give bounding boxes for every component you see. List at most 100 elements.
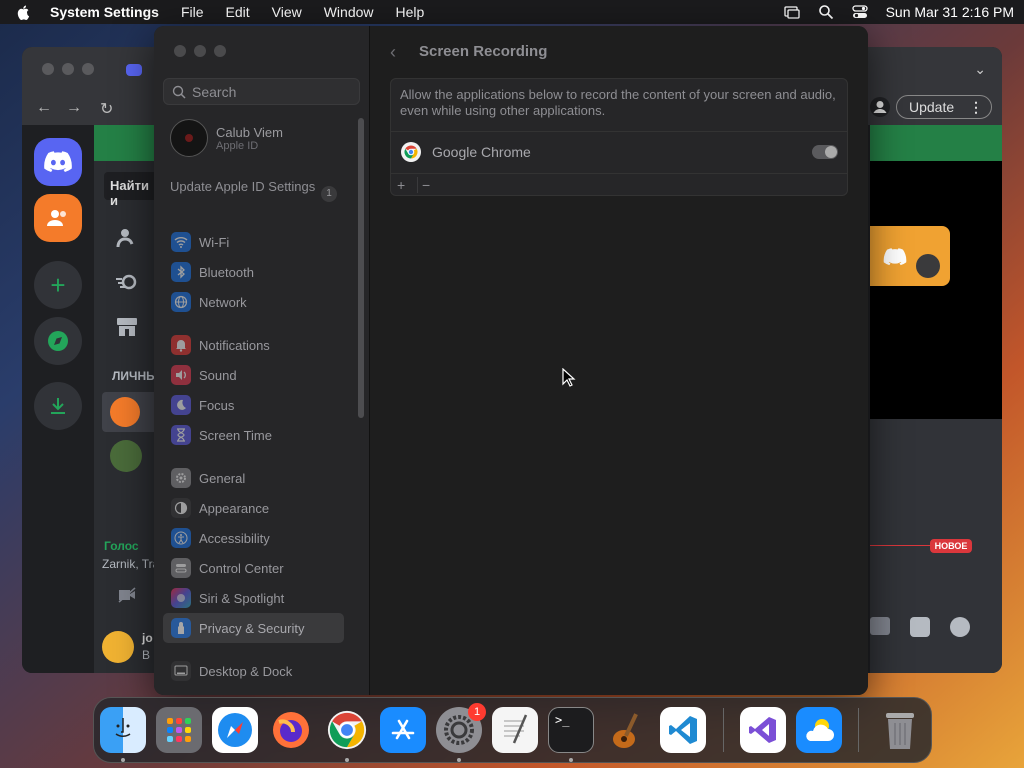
menu-window[interactable]: Window <box>324 4 374 20</box>
sidebar-item-focus[interactable]: Focus <box>163 390 344 420</box>
emoji-icon[interactable] <box>950 617 970 637</box>
tab-search-chevron-icon[interactable]: ⌄ <box>974 61 986 78</box>
menu-help[interactable]: Help <box>396 4 425 20</box>
search-field[interactable]: Search <box>163 78 360 105</box>
menu-edit[interactable]: Edit <box>226 4 250 20</box>
sidebar-item-label: Wi-Fi <box>199 234 230 250</box>
divider <box>417 177 418 193</box>
discord-top-banner <box>94 125 154 161</box>
update-apple-id-settings[interactable]: Update Apple ID Settings <box>170 179 340 195</box>
minimize-button[interactable] <box>62 63 74 75</box>
sidebar-item-general[interactable]: General <box>163 463 344 493</box>
user-status: В <box>142 648 151 662</box>
gif-button[interactable] <box>870 617 890 635</box>
voice-channel-name: Zarnik, Tra <box>102 557 160 571</box>
dock-separator <box>723 708 724 752</box>
sidebar-item-desktop-dock[interactable]: Desktop & Dock <box>163 656 344 686</box>
sidebar-item-label: Sound <box>199 367 237 383</box>
settings-detail-pane: ‹ Screen Recording Allow the application… <box>370 26 868 695</box>
download-icon[interactable] <box>34 382 82 430</box>
profile-icon[interactable] <box>870 97 890 117</box>
sidebar-item-screen-time[interactable]: Screen Time <box>163 420 344 450</box>
apple-id-account[interactable]: Calub Viem Apple ID <box>170 119 283 157</box>
minimize-button[interactable] <box>194 45 206 57</box>
user-avatar[interactable] <box>102 631 134 663</box>
mouse-cursor-icon <box>562 368 576 387</box>
visual-studio-icon[interactable] <box>740 707 786 753</box>
sidebar-item-label: Accessibility <box>199 530 270 546</box>
search-placeholder: Search <box>192 83 237 100</box>
remove-app-button[interactable]: − <box>422 177 430 193</box>
dm-user-avatar[interactable] <box>110 440 142 472</box>
more-menu-icon[interactable]: ⋮ <box>969 99 983 116</box>
discord-tab-icon[interactable] <box>126 64 142 76</box>
weather-icon[interactable] <box>796 707 842 753</box>
discord-home-icon[interactable] <box>34 138 82 186</box>
new-messages-divider <box>870 545 930 546</box>
firefox-icon[interactable] <box>268 707 314 753</box>
menu-view[interactable]: View <box>272 4 302 20</box>
clock[interactable]: Sun Mar 31 2:16 PM <box>886 4 1014 20</box>
accessibility-icon <box>171 528 191 548</box>
back-arrow-icon[interactable]: ← <box>36 99 52 117</box>
textedit-icon[interactable] <box>492 707 538 753</box>
running-indicator <box>457 758 461 762</box>
forward-arrow-icon[interactable]: → <box>66 99 82 117</box>
close-button[interactable] <box>42 63 54 75</box>
menu-file[interactable]: File <box>181 4 204 20</box>
app-store-icon[interactable] <box>380 707 426 753</box>
sidebar-item-label: Network <box>199 294 247 310</box>
sidebar-item-privacy-security[interactable]: Privacy & Security <box>163 613 344 643</box>
add-server-icon[interactable]: + <box>34 261 82 309</box>
sidebar-item-label: Privacy & Security <box>199 620 305 636</box>
reload-icon[interactable]: ↻ <box>100 99 113 119</box>
sidebar-scrollbar[interactable] <box>358 118 364 418</box>
launchpad-icon[interactable] <box>156 707 202 753</box>
sidebar-item-control-center[interactable]: Control Center <box>163 553 344 583</box>
sidebar-item-network[interactable]: Network <box>163 287 344 317</box>
general-icon <box>171 468 191 488</box>
screen-mirroring-icon[interactable] <box>783 4 800 20</box>
chrome-update-button[interactable]: Update ⋮ <box>896 95 992 119</box>
sidebar-item-bluetooth[interactable]: Bluetooth <box>163 257 344 287</box>
sidebar-item-accessibility[interactable]: Accessibility <box>163 523 344 553</box>
safari-icon[interactable] <box>212 707 258 753</box>
google-chrome-toggle[interactable] <box>812 145 838 159</box>
control-center-icon <box>171 558 191 578</box>
zoom-button[interactable] <box>82 63 94 75</box>
friends-icon[interactable] <box>116 227 138 249</box>
voice-participant-card[interactable] <box>870 226 950 286</box>
explore-icon[interactable] <box>34 317 82 365</box>
apple-menu-icon[interactable] <box>16 4 32 20</box>
nitro-icon[interactable] <box>116 273 138 291</box>
add-app-button[interactable]: + <box>397 177 405 193</box>
video-off-icon[interactable] <box>118 587 136 603</box>
sidebar-item-notifications[interactable]: Notifications <box>163 330 344 360</box>
sidebar-item-appearance[interactable]: Appearance <box>163 493 344 523</box>
friends-server-icon[interactable] <box>34 194 82 242</box>
menu-bar: System Settings File Edit View Window He… <box>0 0 1024 24</box>
sticker-icon[interactable] <box>910 617 930 637</box>
sidebar-item-sound[interactable]: Sound <box>163 360 344 390</box>
control-center-icon[interactable] <box>851 4 868 20</box>
back-chevron-icon[interactable]: ‹ <box>390 42 396 63</box>
bluetooth-icon <box>171 262 191 282</box>
spotlight-search-icon[interactable] <box>818 4 834 20</box>
sidebar-item-wifi[interactable]: Wi-Fi <box>163 227 344 257</box>
sidebar-item-siri-spotlight[interactable]: Siri & Spotlight <box>163 583 344 613</box>
shop-icon[interactable] <box>116 317 138 337</box>
zoom-button[interactable] <box>214 45 226 57</box>
garageband-icon[interactable] <box>604 707 650 753</box>
search-icon <box>172 85 186 99</box>
google-chrome-dock-icon[interactable] <box>324 707 370 753</box>
finder-icon[interactable] <box>100 707 146 753</box>
running-indicator <box>345 758 349 762</box>
app-menu-system-settings[interactable]: System Settings <box>50 4 159 20</box>
terminal-icon[interactable]: >_ <box>548 707 594 753</box>
notifications-icon <box>171 335 191 355</box>
trash-icon[interactable] <box>877 707 923 753</box>
account-name: Calub Viem <box>216 124 283 140</box>
visual-studio-code-icon[interactable] <box>660 707 706 753</box>
dm-friend-avatar[interactable] <box>102 392 162 432</box>
close-button[interactable] <box>174 45 186 57</box>
